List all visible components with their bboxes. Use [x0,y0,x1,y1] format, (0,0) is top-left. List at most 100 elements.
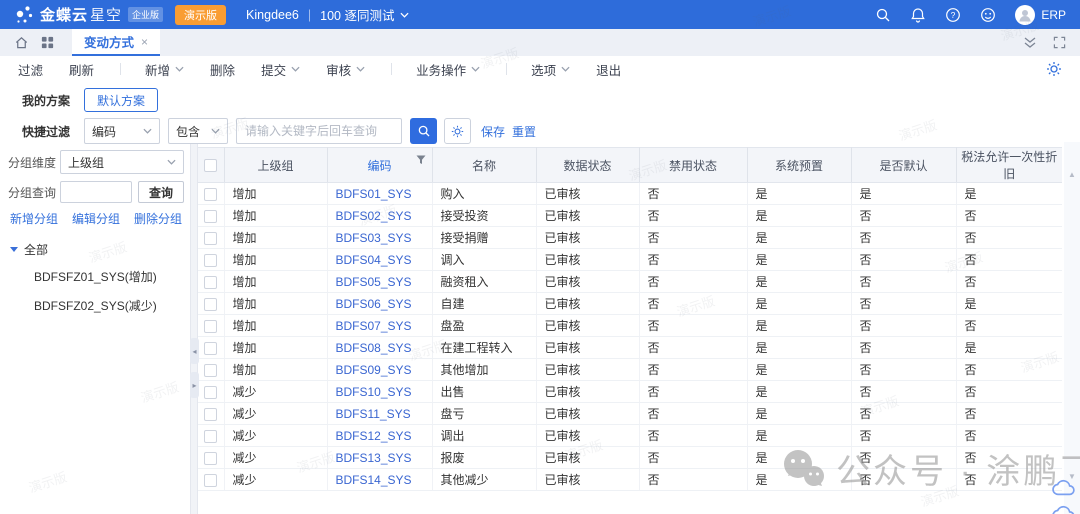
column-header[interactable]: 数据状态 [536,148,639,183]
row-checkbox[interactable] [204,430,217,443]
table-cell[interactable]: BDFS09_SYS [327,359,432,381]
table-cell[interactable]: BDFS10_SYS [327,381,432,403]
expand-panel-handle[interactable]: ▸ [190,372,199,398]
table-row[interactable]: 增加BDFS09_SYS其他增加已审核否是否否 [198,359,1062,381]
row-checkbox[interactable] [204,276,217,289]
group-action-link[interactable]: 编辑分组 [72,210,120,227]
table-row[interactable]: 减少BDFS14_SYS其他减少已审核否是否否 [198,469,1062,491]
tab-close-icon[interactable]: × [141,35,148,49]
column-header[interactable]: 系统预置 [747,148,851,183]
row-checkbox[interactable] [204,254,217,267]
row-checkbox[interactable] [204,452,217,465]
table-row[interactable]: 增加BDFS05_SYS融资租入已审核否是否否 [198,271,1062,293]
collapse-tabs-icon[interactable] [1023,36,1037,49]
table-row[interactable]: 增加BDFS07_SYS盘盈已审核否是否否 [198,315,1062,337]
vertical-scrollbar[interactable]: ▲ ▼ [1064,142,1080,514]
group-search-input[interactable] [60,181,132,203]
group-action-link[interactable]: 删除分组 [134,210,182,227]
tree-expander-icon[interactable] [10,247,18,252]
table-cell[interactable]: BDFS02_SYS [327,205,432,227]
tree-node[interactable]: BDFSFZ01_SYS(增加) [8,262,184,291]
table-row[interactable]: 减少BDFS13_SYS报废已审核否是否否 [198,447,1062,469]
row-checkbox[interactable] [204,188,217,201]
group-action-link[interactable]: 新增分组 [10,210,58,227]
toolbar-button[interactable]: 删除 [210,60,235,79]
table-cell[interactable]: BDFS03_SYS [327,227,432,249]
toolbar-button[interactable]: 过滤 [18,60,43,79]
dimension-select[interactable]: 上级组 [60,150,184,174]
toolbar-button[interactable]: 审核 [326,60,365,79]
row-checkbox[interactable] [204,298,217,311]
user-menu[interactable]: ERP [1015,5,1066,25]
cloud-icon[interactable] [1052,479,1076,497]
table-cell[interactable]: BDFS13_SYS [327,447,432,469]
help-icon[interactable]: ? [945,7,961,23]
filter-settings-button[interactable] [444,118,471,144]
table-row[interactable]: 减少BDFS11_SYS盘亏已审核否是否否 [198,403,1062,425]
reset-filter-link[interactable]: 重置 [512,123,536,140]
search-icon[interactable] [875,7,891,23]
column-header[interactable]: 税法允许一次性折旧 [956,148,1062,183]
toolbar-button[interactable]: 提交 [261,60,300,79]
toolbar-button[interactable]: 刷新 [69,60,94,79]
filter-funnel-icon[interactable] [416,155,426,165]
table-row[interactable]: 增加BDFS04_SYS调入已审核否是否否 [198,249,1062,271]
toolbar-button[interactable]: 业务操作 [416,60,480,79]
cloud-icon[interactable] [1052,505,1076,514]
table-row[interactable]: 增加BDFS03_SYS接受捐赠已审核否是否否 [198,227,1062,249]
table-row[interactable]: 增加BDFS06_SYS自建已审核否是否是 [198,293,1062,315]
select-all-checkbox[interactable] [204,159,217,172]
default-plan-button[interactable]: 默认方案 [84,88,158,112]
table-cell[interactable]: BDFS12_SYS [327,425,432,447]
table-cell[interactable]: BDFS01_SYS [327,183,432,205]
row-checkbox[interactable] [204,320,217,333]
collapse-panel-handle[interactable]: ◂ [190,338,199,364]
column-header[interactable]: 是否默认 [851,148,956,183]
column-header[interactable]: 编码 [327,148,432,183]
table-row[interactable]: 增加BDFS01_SYS购入已审核否是是是 [198,183,1062,205]
tree-node-all[interactable]: 全部 [8,237,184,262]
account-switcher[interactable]: Kingdee6 | 100 逐同测试 [246,5,409,24]
row-checkbox[interactable] [204,342,217,355]
table-cell[interactable]: BDFS06_SYS [327,293,432,315]
toolbar-button[interactable]: 退出 [596,60,621,79]
table-cell[interactable]: BDFS11_SYS [327,403,432,425]
row-checkbox[interactable] [204,210,217,223]
column-header[interactable]: 名称 [432,148,536,183]
row-checkbox[interactable] [204,364,217,377]
table-row[interactable]: 减少BDFS12_SYS调出已审核否是否否 [198,425,1062,447]
table-cell[interactable]: BDFS08_SYS [327,337,432,359]
tab-change-method[interactable]: 变动方式 × [72,29,160,56]
save-filter-link[interactable]: 保存 [481,123,505,140]
fullscreen-icon[interactable] [1053,36,1066,49]
table-cell: 否 [639,359,747,381]
table-row[interactable]: 增加BDFS08_SYS在建工程转入已审核否是否是 [198,337,1062,359]
row-checkbox[interactable] [204,408,217,421]
filter-field-select[interactable]: 编码 [84,118,160,144]
notification-bell-icon[interactable] [910,7,926,23]
assistant-smiley-icon[interactable] [980,7,996,23]
table-cell[interactable]: BDFS07_SYS [327,315,432,337]
filter-operator-select[interactable]: 包含 [168,118,228,144]
keyword-search-input[interactable] [236,118,402,144]
table-row[interactable]: 增加BDFS02_SYS接受投资已审核否是否否 [198,205,1062,227]
scroll-up-icon[interactable]: ▲ [1067,170,1077,180]
row-checkbox[interactable] [204,232,217,245]
home-icon[interactable] [14,35,29,50]
column-header[interactable]: 禁用状态 [639,148,747,183]
table-cell[interactable]: BDFS14_SYS [327,469,432,491]
search-button[interactable] [410,118,437,144]
app-grid-icon[interactable] [40,35,55,50]
row-checkbox[interactable] [204,386,217,399]
panel-divider[interactable]: ◂ ▸ [190,142,198,514]
toolbar-button[interactable]: 选项 [531,60,570,79]
column-header[interactable]: 上级组 [224,148,327,183]
row-checkbox[interactable] [204,474,217,487]
table-row[interactable]: 减少BDFS10_SYS出售已审核否是否否 [198,381,1062,403]
list-settings-gear-icon[interactable] [1046,61,1062,77]
toolbar-button[interactable]: 新增 [145,60,184,79]
table-cell[interactable]: BDFS05_SYS [327,271,432,293]
group-query-button[interactable]: 查询 [138,181,184,203]
table-cell[interactable]: BDFS04_SYS [327,249,432,271]
tree-node[interactable]: BDFSFZ02_SYS(减少) [8,291,184,320]
